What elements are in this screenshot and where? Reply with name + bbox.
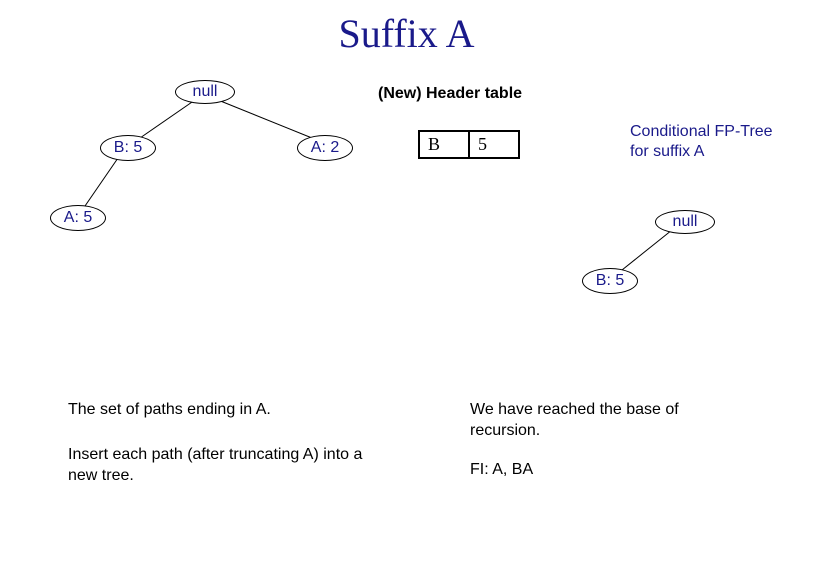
conditional-tree-caption: Conditional FP-Tree for suffix A [630,122,780,162]
right-paragraph-1: We have reached the base of recursion. [470,400,750,442]
node-label: B: 5 [596,272,624,290]
header-table: B 5 [418,130,520,159]
ht-count-cell: 5 [469,131,519,158]
header-table-title: (New) Header table [378,85,522,103]
right-paragraph-2: FI: A, BA [470,460,750,481]
left-tree-b5: B: 5 [100,135,156,161]
right-tree-null: null [655,210,715,234]
left-paragraph-1: The set of paths ending in A. [68,400,388,421]
node-label: null [193,83,218,101]
node-label: B: 5 [114,139,142,157]
ht-item-cell: B [419,131,469,158]
node-label: A: 5 [64,209,92,227]
right-tree-b5: B: 5 [582,268,638,294]
node-label: A: 2 [311,139,339,157]
left-tree-a5: A: 5 [50,205,106,231]
page-title: Suffix A [0,10,813,57]
left-paragraph-2: Insert each path (after truncating A) in… [68,445,388,487]
node-label: null [673,213,698,231]
left-tree-a2: A: 2 [297,135,353,161]
left-tree-null: null [175,80,235,104]
